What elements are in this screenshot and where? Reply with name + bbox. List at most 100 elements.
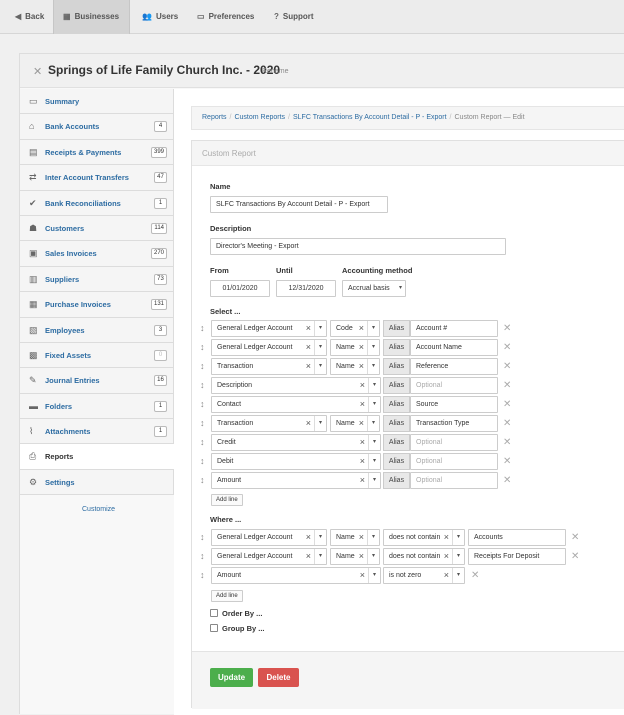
sidebar-item-folders[interactable]: ▬ Folders 1 — [20, 393, 174, 420]
select-field-dropdown[interactable]: Transaction × ▾ — [211, 415, 327, 432]
alias-input[interactable]: Optional — [410, 453, 498, 470]
sidebar-item-settings[interactable]: ⚙ Settings — [20, 469, 174, 496]
clear-icon[interactable]: × — [359, 416, 364, 431]
sidebar-item-bank-accounts[interactable]: ⌂ Bank Accounts 4 — [20, 114, 174, 140]
drag-handle-icon[interactable]: ↕ — [200, 358, 205, 375]
where-operator-dropdown[interactable]: does not contain × ▾ — [383, 548, 465, 565]
sidebar-item-summary[interactable]: ▭ Summary — [20, 89, 174, 115]
clear-icon[interactable]: × — [360, 378, 365, 393]
sidebar-item-receipts-payments[interactable]: ▤ Receipts & Payments 399 — [20, 139, 174, 166]
select-field-dropdown[interactable]: General Ledger Account × ▾ — [211, 320, 327, 337]
where-subfield-dropdown[interactable]: Name × ▾ — [330, 548, 380, 565]
breadcrumb-custom-reports[interactable]: Custom Reports — [234, 114, 285, 121]
sidebar-item-purchase-invoices[interactable]: ▦ Purchase Invoices 131 — [20, 292, 174, 318]
alias-input[interactable]: Optional — [410, 377, 498, 394]
back-button[interactable]: ◀ Back — [6, 0, 53, 34]
sidebar-item-journal-entries[interactable]: ✎ Journal Entries 16 — [20, 368, 174, 394]
alias-input[interactable]: Reference — [410, 358, 498, 375]
clear-icon[interactable]: × — [359, 359, 364, 374]
select-add-line-button[interactable]: Add line — [211, 494, 243, 506]
alias-input[interactable]: Account Name — [410, 339, 498, 356]
select-subfield-dropdown[interactable]: Name × ▾ — [330, 358, 380, 375]
remove-line-icon[interactable]: ✕ — [571, 548, 579, 565]
drag-handle-icon[interactable]: ↕ — [200, 548, 205, 565]
order-by-checkbox[interactable] — [210, 609, 218, 617]
clear-icon[interactable]: × — [306, 530, 311, 545]
where-field-dropdown[interactable]: General Ledger Account × ▾ — [211, 548, 327, 565]
name-input[interactable]: SLFC Transactions By Account Detail - P … — [210, 196, 388, 213]
sidebar-item-inter-account-transfers[interactable]: ⇄ Inter Account Transfers 47 — [20, 165, 174, 191]
sidebar-item-reports[interactable]: ⎙ Reports — [20, 444, 174, 470]
select-field-dropdown[interactable]: Description × ▾ — [211, 377, 381, 394]
clear-icon[interactable]: × — [306, 321, 311, 336]
clear-icon[interactable]: × — [359, 340, 364, 355]
select-field-dropdown[interactable]: Amount × ▾ — [211, 472, 381, 489]
remove-line-icon[interactable]: ✕ — [503, 339, 511, 356]
group-by-checkbox[interactable] — [210, 624, 218, 632]
where-field-dropdown[interactable]: Amount × ▾ — [211, 567, 381, 584]
sidebar-item-bank-reconciliations[interactable]: ✔ Bank Reconciliations 1 — [20, 190, 174, 216]
where-value-input[interactable]: Accounts — [468, 529, 566, 546]
clear-icon[interactable]: × — [444, 530, 449, 545]
breadcrumb-report[interactable]: SLFC Transactions By Account Detail - P … — [293, 114, 447, 121]
remove-line-icon[interactable]: ✕ — [503, 415, 511, 432]
where-operator-dropdown[interactable]: is not zero × ▾ — [383, 567, 465, 584]
clear-icon[interactable]: × — [306, 416, 311, 431]
remove-line-icon[interactable]: ✕ — [503, 320, 511, 337]
select-subfield-dropdown[interactable]: Name × ▾ — [330, 339, 380, 356]
sidebar-item-employees[interactable]: ▧ Employees 3 — [20, 317, 174, 343]
where-operator-dropdown[interactable]: does not contain × ▾ — [383, 529, 465, 546]
sidebar-item-attachments[interactable]: ⌇ Attachments 1 — [20, 419, 174, 445]
drag-handle-icon[interactable]: ↕ — [200, 453, 205, 470]
alias-input[interactable]: Account # — [410, 320, 498, 337]
drag-handle-icon[interactable]: ↕ — [200, 434, 205, 451]
select-field-dropdown[interactable]: Contact × ▾ — [211, 396, 381, 413]
select-field-dropdown[interactable]: Credit × ▾ — [211, 434, 381, 451]
clear-icon[interactable]: × — [444, 549, 449, 564]
clear-icon[interactable]: × — [359, 549, 364, 564]
remove-line-icon[interactable]: ✕ — [571, 529, 579, 546]
drag-handle-icon[interactable]: ↕ — [200, 472, 205, 489]
sidebar-item-suppliers[interactable]: ▥ Suppliers 73 — [20, 266, 174, 293]
from-date-input[interactable]: 01/01/2020 — [210, 280, 270, 297]
select-subfield-dropdown[interactable]: Code × ▾ — [330, 320, 380, 337]
where-subfield-dropdown[interactable]: Name × ▾ — [330, 529, 380, 546]
customize-link[interactable]: Customize — [82, 506, 115, 513]
accounting-method-select[interactable]: Accrual basis ▾ — [342, 280, 406, 297]
support-tab[interactable]: ? Support — [265, 0, 323, 34]
breadcrumb-reports[interactable]: Reports — [202, 114, 227, 121]
sidebar-item-customers[interactable]: ☗ Customers 114 — [20, 215, 174, 242]
remove-line-icon[interactable]: ✕ — [503, 453, 511, 470]
where-value-input[interactable]: Receipts For Deposit — [468, 548, 566, 565]
clear-icon[interactable]: × — [306, 359, 311, 374]
alias-input[interactable]: Optional — [410, 434, 498, 451]
where-field-dropdown[interactable]: General Ledger Account × ▾ — [211, 529, 327, 546]
select-field-dropdown[interactable]: Debit × ▾ — [211, 453, 381, 470]
alias-input[interactable]: Source — [410, 396, 498, 413]
select-field-dropdown[interactable]: General Ledger Account × ▾ — [211, 339, 327, 356]
drag-handle-icon[interactable]: ↕ — [200, 320, 205, 337]
drag-handle-icon[interactable]: ↕ — [200, 567, 205, 584]
drag-handle-icon[interactable]: ↕ — [200, 377, 205, 394]
clear-icon[interactable]: × — [306, 340, 311, 355]
remove-line-icon[interactable]: ✕ — [503, 434, 511, 451]
drag-handle-icon[interactable]: ↕ — [200, 339, 205, 356]
until-date-input[interactable]: 12/31/2020 — [276, 280, 336, 297]
clear-icon[interactable]: × — [359, 530, 364, 545]
clear-icon[interactable]: × — [360, 568, 365, 583]
select-field-dropdown[interactable]: Transaction × ▾ — [211, 358, 327, 375]
description-input[interactable]: Director's Meeting - Export — [210, 238, 506, 255]
users-tab[interactable]: 👥 Users — [133, 0, 187, 34]
update-button[interactable]: Update — [210, 668, 253, 687]
remove-line-icon[interactable]: ✕ — [503, 377, 511, 394]
clear-icon[interactable]: × — [359, 321, 364, 336]
rename-link[interactable]: Rename — [262, 68, 288, 75]
businesses-tab[interactable]: ▦ Businesses — [53, 0, 130, 34]
drag-handle-icon[interactable]: ↕ — [200, 415, 205, 432]
sidebar-item-fixed-assets[interactable]: ▩ Fixed Assets 0 — [20, 342, 174, 369]
clear-icon[interactable]: × — [444, 568, 449, 583]
drag-handle-icon[interactable]: ↕ — [200, 529, 205, 546]
where-add-line-button[interactable]: Add line — [211, 590, 243, 602]
close-icon[interactable]: ✕ — [33, 65, 42, 78]
delete-button[interactable]: Delete — [258, 668, 299, 687]
